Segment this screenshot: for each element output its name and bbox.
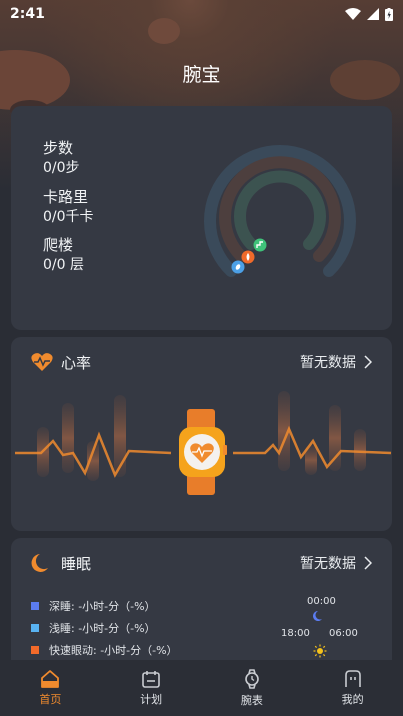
chevron-right-icon bbox=[364, 355, 372, 369]
status-icons bbox=[345, 7, 393, 21]
home-icon bbox=[41, 669, 60, 688]
heart-rate-icon bbox=[31, 353, 53, 371]
rem-sleep-legend: 快速眼动: -小时-分（-%） bbox=[31, 642, 178, 658]
heart-rate-card[interactable]: 心率 暂无数据 bbox=[11, 337, 392, 531]
clock-top-label: 00:00 bbox=[307, 596, 336, 607]
watch-icon bbox=[245, 668, 259, 689]
sleep-header: z z 睡眠 暂无数据 bbox=[31, 552, 372, 574]
app-screen: 2:41 腕宝 步数 0/0步 卡路里 0/0千卡 爬楼 0/0 层 心率 暂无… bbox=[0, 0, 403, 716]
sleep-status: 暂无数据 bbox=[300, 556, 356, 572]
chevron-right-icon bbox=[364, 556, 372, 570]
rem-sleep-swatch bbox=[31, 646, 39, 654]
tab-plan-label: 计划 bbox=[140, 692, 163, 706]
light-sleep-legend: 浅睡: -小时-分（-%） bbox=[31, 620, 156, 636]
deep-sleep-legend: 深睡: -小时-分（-%） bbox=[31, 598, 156, 614]
tab-profile[interactable]: 我的 bbox=[302, 660, 403, 716]
page-title: 腕宝 bbox=[182, 64, 221, 86]
steps-value: 0/0步 bbox=[43, 160, 80, 176]
floors-value: 0/0 层 bbox=[43, 257, 84, 273]
tab-home[interactable]: 首页 bbox=[0, 660, 101, 716]
sleep-title: 睡眠 bbox=[61, 554, 92, 573]
floors-ring bbox=[234, 170, 326, 250]
deep-sleep-swatch bbox=[31, 602, 39, 610]
status-bar: 2:41 bbox=[0, 0, 403, 28]
sleep-clock: 00:00 18:00 06:00 bbox=[275, 594, 375, 664]
profile-icon bbox=[344, 669, 361, 687]
calories-stat: 卡路里 0/0千卡 bbox=[43, 187, 94, 227]
calories-ring-icon bbox=[241, 250, 255, 264]
calendar-icon bbox=[142, 670, 160, 688]
heart-rate-title: 心率 bbox=[61, 353, 92, 372]
heart-rate-more[interactable]: 暂无数据 bbox=[300, 352, 372, 372]
floors-stat: 爬楼 0/0 层 bbox=[43, 235, 84, 275]
floors-ring-icon bbox=[253, 238, 267, 252]
calories-label: 卡路里 bbox=[43, 188, 89, 206]
tab-profile-label: 我的 bbox=[341, 692, 364, 706]
tab-plan[interactable]: 计划 bbox=[101, 660, 202, 716]
sleep-more[interactable]: 暂无数据 bbox=[300, 553, 372, 573]
tab-home-label: 首页 bbox=[39, 692, 62, 706]
steps-ring-icon bbox=[231, 260, 245, 274]
deep-sleep-label: 深睡: -小时-分（-%） bbox=[49, 600, 156, 613]
moon-icon bbox=[313, 611, 322, 621]
tab-watch[interactable]: 腕表 bbox=[202, 660, 303, 716]
svg-text:z z: z z bbox=[40, 559, 48, 566]
clock-right-label: 06:00 bbox=[329, 628, 358, 639]
activity-rings bbox=[204, 145, 356, 277]
heart-rate-status: 暂无数据 bbox=[300, 355, 356, 371]
status-time: 2:41 bbox=[10, 6, 45, 22]
bottom-tab-bar: 首页 计划 腕表 我的 bbox=[0, 660, 403, 716]
tab-watch-label: 腕表 bbox=[240, 693, 263, 707]
rem-sleep-label: 快速眼动: -小时-分（-%） bbox=[49, 644, 178, 657]
calories-value: 0/0千卡 bbox=[43, 209, 94, 225]
floors-label: 爬楼 bbox=[43, 236, 74, 254]
activity-card[interactable]: 步数 0/0步 卡路里 0/0千卡 爬楼 0/0 层 bbox=[11, 106, 392, 330]
wifi-icon bbox=[345, 8, 361, 20]
heart-rate-illustration bbox=[15, 391, 392, 495]
heart-rate-header: 心率 暂无数据 bbox=[31, 351, 372, 373]
sleep-icon: z z bbox=[31, 554, 48, 572]
signal-icon bbox=[367, 8, 379, 20]
sleep-card[interactable]: z z 睡眠 暂无数据 深睡: -小时-分（-%） 浅睡: -小时-分（-%） … bbox=[11, 538, 392, 678]
watch-icon bbox=[179, 409, 227, 495]
steps-label: 步数 bbox=[43, 139, 74, 157]
battery-icon bbox=[385, 7, 393, 21]
sun-icon bbox=[313, 644, 327, 658]
steps-stat: 步数 0/0步 bbox=[43, 138, 80, 178]
light-sleep-swatch bbox=[31, 624, 39, 632]
clock-left-label: 18:00 bbox=[281, 628, 310, 639]
light-sleep-label: 浅睡: -小时-分（-%） bbox=[49, 622, 156, 635]
